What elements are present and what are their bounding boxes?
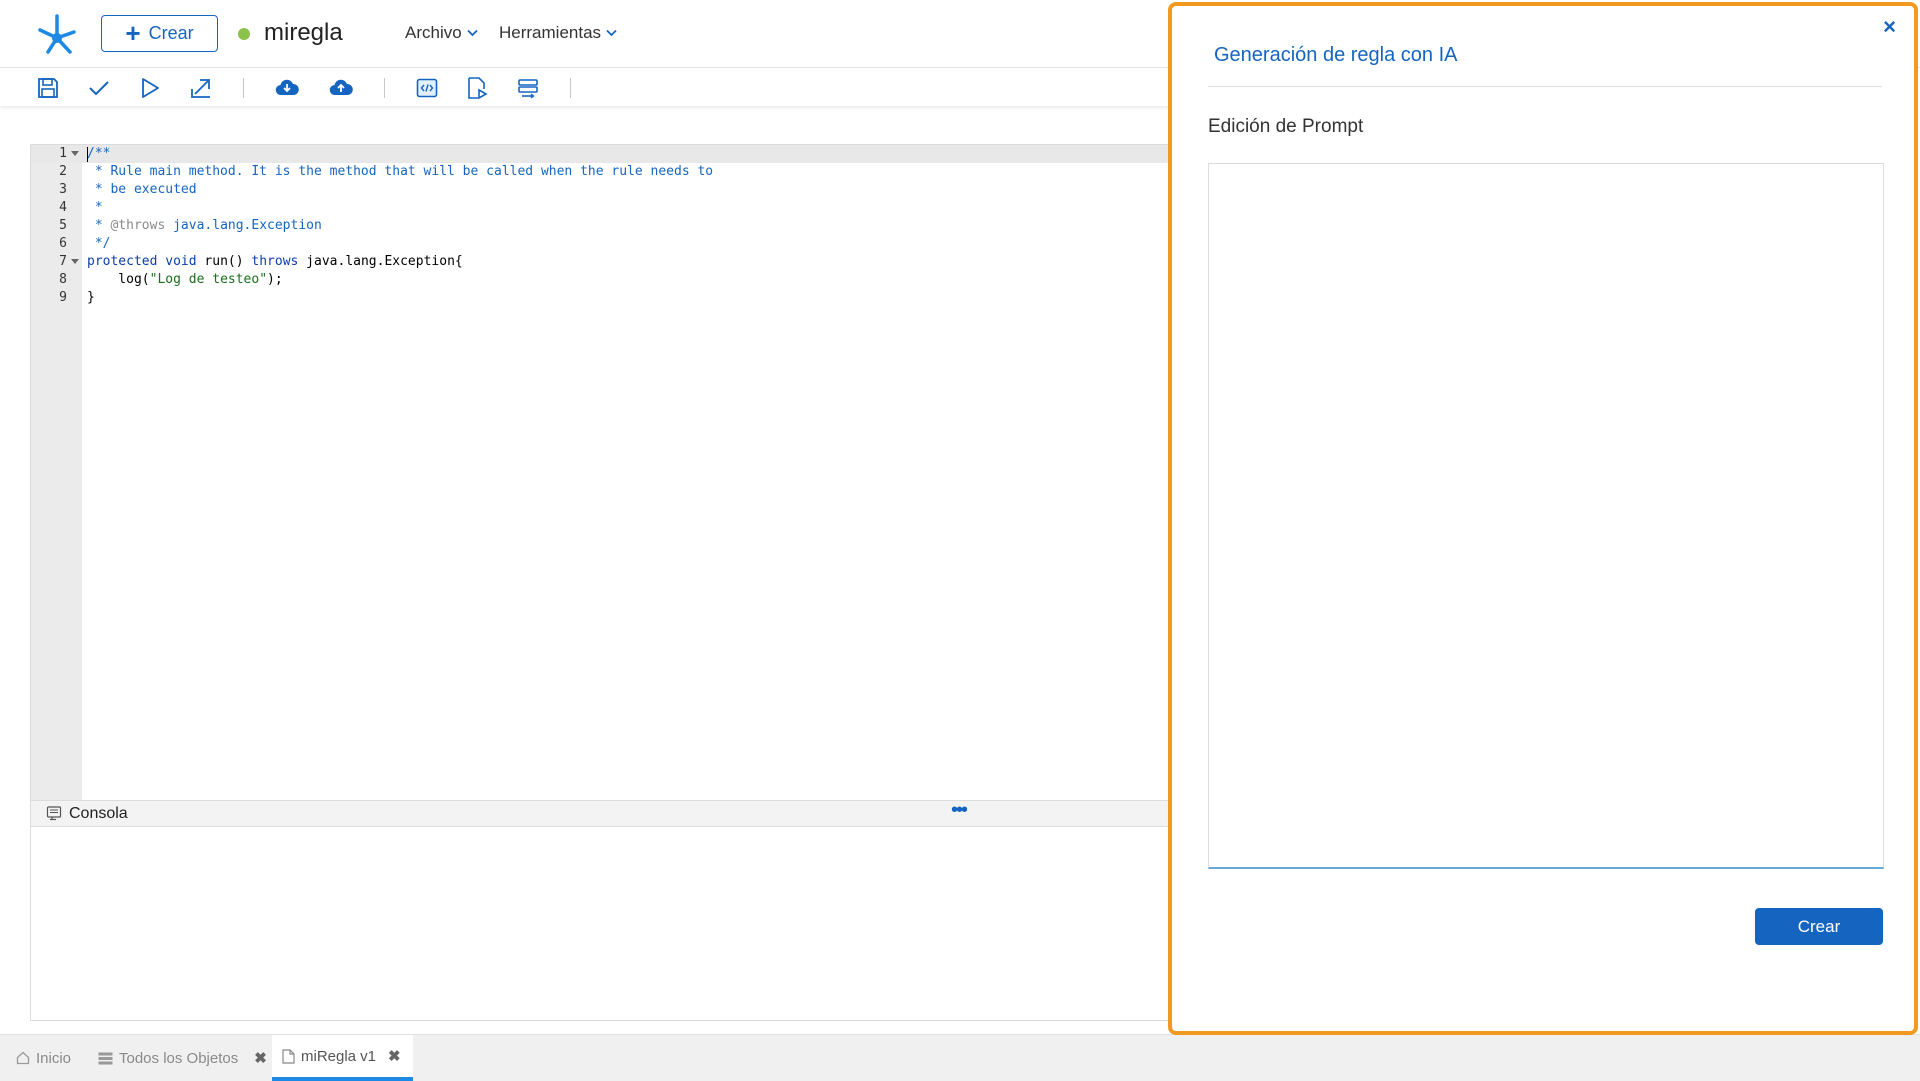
code-line-4: * <box>87 200 103 215</box>
save-icon[interactable] <box>36 76 60 100</box>
export-icon[interactable] <box>189 76 213 100</box>
code-token: java.lang.Exception <box>165 218 322 233</box>
code-token: run() <box>196 254 252 269</box>
prompt-input[interactable] <box>1208 163 1884 869</box>
tab-miregla[interactable]: miRegla v1 ✖ <box>272 1035 413 1081</box>
line-number: 7 <box>59 254 67 269</box>
code-view-icon[interactable] <box>415 76 439 100</box>
code-token: ); <box>267 272 283 287</box>
fold-arrow-icon[interactable] <box>71 151 79 157</box>
fold-arrow-icon[interactable] <box>71 259 79 265</box>
code-token: * <box>87 218 111 233</box>
panel-divider <box>1208 86 1882 87</box>
code-line-6: */ <box>87 236 111 251</box>
chevron-down-icon <box>606 29 617 37</box>
chevron-down-icon <box>467 29 478 37</box>
code-token: @throws <box>110 218 166 233</box>
line-number: 5 <box>59 218 67 233</box>
code-token: java.lang.Exception{ <box>298 254 463 269</box>
line-number: 8 <box>59 272 67 287</box>
create-button-label: Crear <box>148 23 194 43</box>
code-line-8: log("Log de testeo"); <box>87 272 283 287</box>
toolbar <box>0 68 1170 106</box>
plus-icon: + <box>125 17 141 48</box>
toolbar-divider <box>243 78 244 98</box>
menu-archivo[interactable]: Archivo <box>405 23 478 43</box>
create-button[interactable]: + Crear <box>101 15 218 52</box>
tab-inicio[interactable]: Inicio <box>12 1035 75 1081</box>
ai-rule-generation-panel: × Generación de regla con IA Edición de … <box>1168 2 1918 1035</box>
active-line-highlight <box>31 145 1171 163</box>
document-run-icon[interactable] <box>465 76 489 100</box>
tab-todos-los-objetos[interactable]: Todos los Objetos ✖ <box>92 1035 273 1081</box>
prompt-section-title: Edición de Prompt <box>1208 116 1364 137</box>
cloud-download-icon[interactable] <box>275 76 299 100</box>
app-logo-icon[interactable] <box>36 12 78 54</box>
more-options-icon[interactable]: ••• <box>951 799 968 822</box>
code-token: log( <box>87 272 150 287</box>
tab-label: Inicio <box>36 1049 72 1067</box>
create-rule-button[interactable]: Crear <box>1755 908 1883 945</box>
console-panel[interactable]: Consola ••• <box>30 799 1172 1021</box>
menu-herramientas[interactable]: Herramientas <box>499 23 617 43</box>
check-icon[interactable] <box>87 76 111 100</box>
code-line-7: protected void run() throws java.lang.Ex… <box>87 254 463 269</box>
line-number: 6 <box>59 236 67 251</box>
close-icon[interactable]: × <box>1883 14 1896 40</box>
line-number: 4 <box>59 200 67 215</box>
play-icon[interactable] <box>138 76 162 100</box>
line-number: 9 <box>59 290 67 305</box>
code-line-2: * Rule main method. It is the method tha… <box>87 164 714 179</box>
cloud-upload-icon[interactable] <box>329 76 353 100</box>
code-keyword: throws <box>251 254 299 269</box>
toolbar-divider <box>384 78 385 98</box>
rule-name: miregla <box>264 19 343 46</box>
home-icon <box>16 1051 30 1065</box>
line-number: 1 <box>59 146 67 161</box>
menu-herramientas-label: Herramientas <box>499 23 602 42</box>
panel-title: Generación de regla con IA <box>1214 44 1458 66</box>
bottom-tab-bar: Inicio Todos los Objetos ✖ miRegla v1 ✖ <box>0 1034 1920 1081</box>
code-editor[interactable]: 1 2 3 4 5 6 7 8 9 /** * Rule main method… <box>30 144 1172 802</box>
close-tab-icon[interactable]: ✖ <box>388 1047 401 1065</box>
code-keyword: void <box>165 254 197 269</box>
tab-label: Todos los Objetos <box>119 1049 239 1067</box>
code-line-3: * be executed <box>87 182 197 197</box>
code-string: "Log de testeo" <box>149 272 268 287</box>
console-title: Consola <box>69 805 128 822</box>
list-icon <box>98 1052 113 1064</box>
console-icon <box>46 806 62 821</box>
close-tab-icon[interactable]: ✖ <box>254 1049 267 1067</box>
line-number: 3 <box>59 182 67 197</box>
list-icon[interactable] <box>516 76 540 100</box>
status-dot <box>238 28 250 40</box>
code-keyword: protected <box>87 254 158 269</box>
code-line-1: /** <box>87 146 111 161</box>
menu-archivo-label: Archivo <box>405 23 462 42</box>
line-number: 2 <box>59 164 67 179</box>
tab-label: miRegla v1 <box>301 1047 377 1065</box>
code-line-5: * @throws java.lang.Exception <box>87 218 322 233</box>
document-icon <box>282 1048 295 1064</box>
console-header: Consola ••• <box>31 799 1171 827</box>
toolbar-divider <box>570 78 571 98</box>
code-line-9: } <box>87 290 95 305</box>
